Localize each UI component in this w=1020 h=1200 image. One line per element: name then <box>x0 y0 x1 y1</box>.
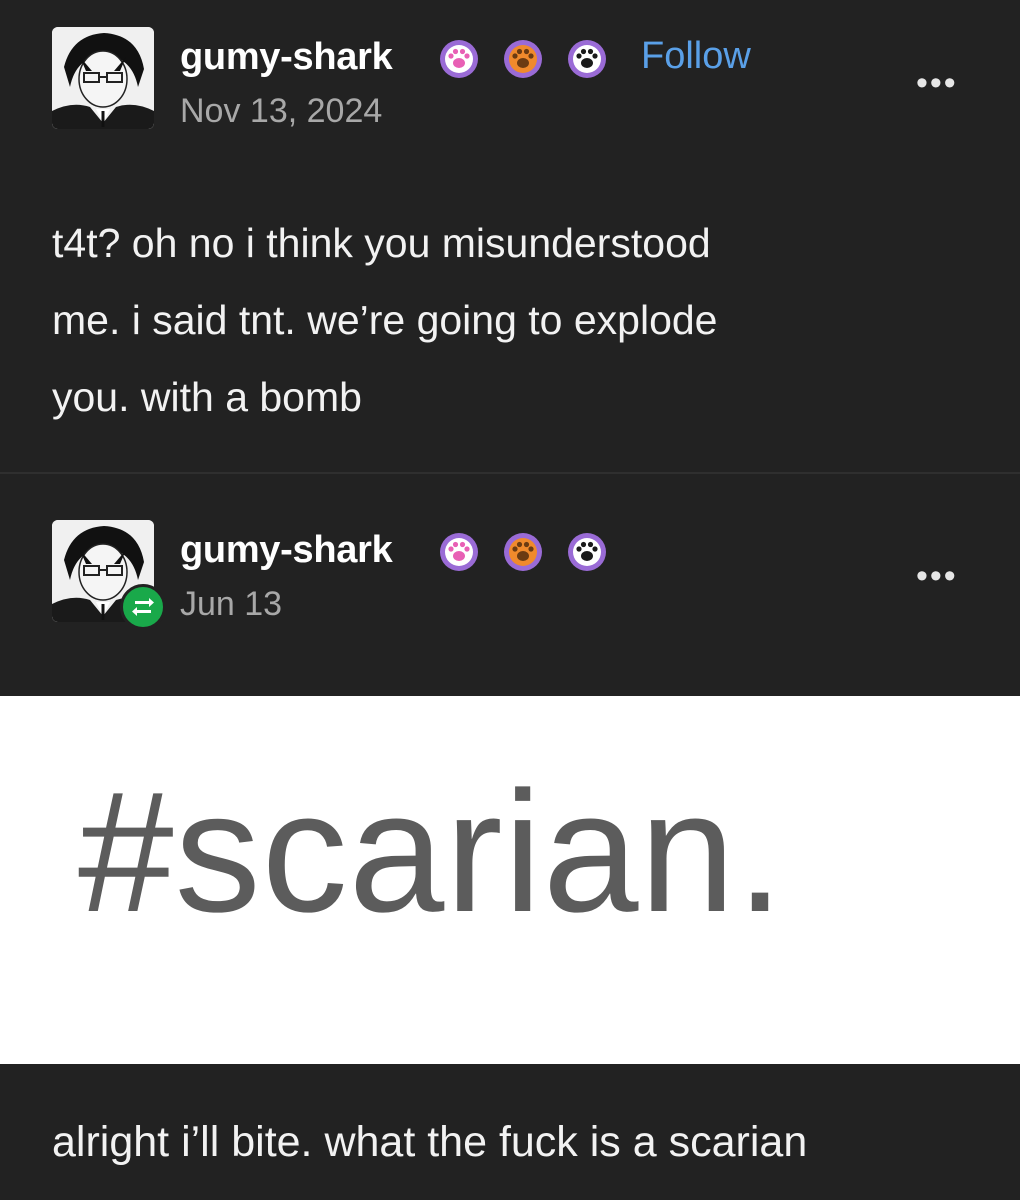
image-hashtag-text: #scarian. <box>78 756 785 948</box>
more-options-icon[interactable]: ••• <box>916 557 958 596</box>
black-paw-badge-icon <box>567 532 607 572</box>
orange-paw-badge-icon <box>503 532 543 572</box>
reply-body: alright i’ll bite. what the fuck is a sc… <box>52 1118 808 1166</box>
pink-paw-badge-icon <box>439 532 479 572</box>
post-original: gumy-shark Follow Nov 13, 2024 ••• t4t? … <box>0 0 1020 472</box>
post-body-line: you. with a bomb <box>52 374 362 420</box>
user-avatar[interactable] <box>52 27 154 129</box>
post-reblog: gumy-shark Jun 13 ••• <box>0 474 1020 696</box>
post-body: t4t? oh no i think you misunderstood me.… <box>52 205 952 436</box>
pink-paw-badge-icon <box>439 39 479 79</box>
black-paw-badge-icon <box>567 39 607 79</box>
reblog-icon <box>120 584 166 630</box>
username-link[interactable]: gumy-shark <box>180 36 393 79</box>
post-body-line: t4t? oh no i think you misunderstood <box>52 220 711 266</box>
post-date: Jun 13 <box>180 585 283 623</box>
post-body-line: me. i said tnt. we’re going to explode <box>52 297 718 343</box>
more-options-icon[interactable]: ••• <box>916 64 958 103</box>
post-date: Nov 13, 2024 <box>180 92 383 130</box>
follow-button[interactable]: Follow <box>641 35 751 78</box>
username-link[interactable]: gumy-shark <box>180 529 393 572</box>
orange-paw-badge-icon <box>503 39 543 79</box>
